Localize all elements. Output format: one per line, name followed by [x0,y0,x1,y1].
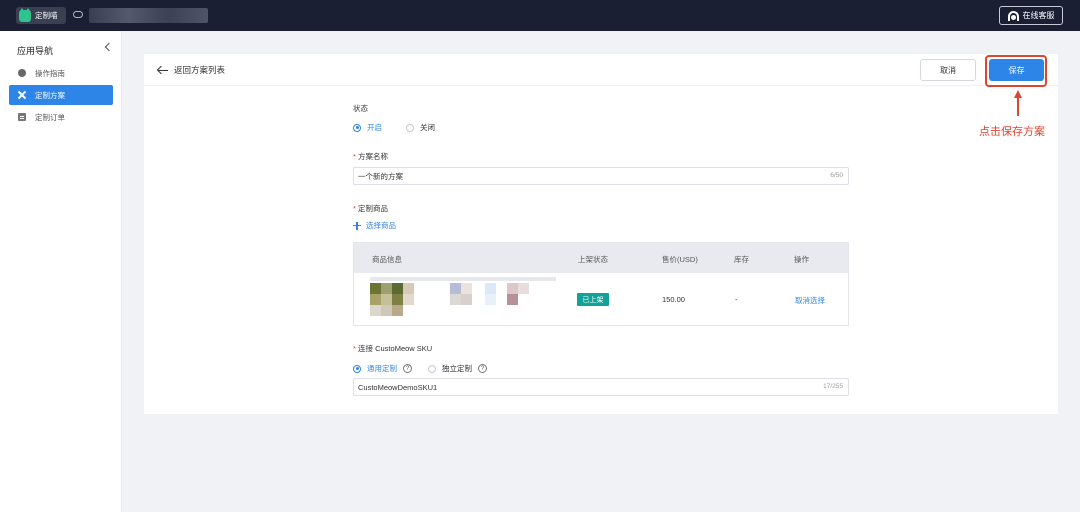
stock-cell: - [735,295,738,304]
plus-icon [353,221,361,230]
plan-name-input[interactable]: 一个新的方案 6/50 [353,167,849,185]
independent-custom-radio[interactable] [428,364,436,373]
document-icon [18,113,26,121]
save-highlight-box [985,55,1047,87]
link-icon [73,11,83,18]
online-support-label: 在线客服 [1022,11,1055,20]
independent-custom-label[interactable]: 独立定制 [442,363,472,374]
brand-logo[interactable]: 定制喵 [16,7,66,24]
generic-custom-label[interactable]: 通用定制 [367,363,397,374]
store-url-blurred [89,8,208,23]
cancel-button[interactable]: 取消 [920,59,976,81]
arrow-left-icon [158,66,168,74]
status-off-label[interactable]: 关闭 [420,122,435,133]
arrow-up-icon [1014,90,1022,116]
sidebar-title: 应用导航 [17,46,54,56]
help-icon[interactable]: ? [403,364,412,373]
collapse-sidebar-icon[interactable] [104,42,114,52]
column-listing-status: 上架状态 [578,255,608,264]
select-product-link[interactable]: 选择商品 [353,220,396,231]
table-header: 商品信息 上架状态 售价(USD) 库存 操作 [354,243,848,273]
column-stock: 库存 [734,255,749,264]
plan-editor-card: 返回方案列表 取消 保存 状态 开启 关闭 方案名称 一个新的方案 6/50 定… [144,54,1058,414]
brand-name: 定制喵 [35,11,58,20]
sidebar-item-label: 定制订单 [35,112,65,122]
sku-mode-radio-group: 通用定制 ? 独立定制 ? [353,363,503,374]
select-product-label: 选择商品 [366,221,396,230]
sku-value: CustoMeowDemoSKU1 [358,382,438,392]
cat-logo-icon [19,7,31,22]
back-to-plan-list-link[interactable]: 返回方案列表 [158,64,225,76]
column-product-info: 商品信息 [372,255,402,264]
sidebar-item-label: 定制方案 [35,90,65,100]
sidebar-item-custom-plan[interactable]: 定制方案 [9,85,113,105]
headset-icon [1007,10,1019,21]
product-thumbnail-blurred [370,277,556,317]
sku-counter: 17/255 [823,383,843,390]
tools-icon [18,91,26,99]
deselect-product-link[interactable]: 取消选择 [795,295,825,306]
status-on-radio[interactable] [353,123,361,132]
status-label: 状态 [353,104,368,113]
plan-name-value: 一个新的方案 [358,171,403,181]
status-off-radio[interactable] [406,123,414,132]
sku-input[interactable]: CustoMeowDemoSKU1 17/255 [353,378,849,396]
sidebar: 应用导航 操作指南 定制方案 定制订单 [0,31,122,512]
top-bar: 定制喵 在线客服 [0,0,1080,31]
compass-icon [18,69,26,77]
plan-name-counter: 6/50 [830,172,843,179]
custom-product-label: 定制商品 [353,203,388,214]
status-badge: 已上架 [577,293,609,306]
sidebar-item-custom-orders[interactable]: 定制订单 [9,107,113,127]
card-header: 返回方案列表 取消 保存 [144,54,1058,86]
annotation-text: 点击保存方案 [979,126,1045,138]
sidebar-item-guide[interactable]: 操作指南 [9,63,113,83]
status-radio-group: 开启 关闭 [353,122,435,133]
online-support-button[interactable]: 在线客服 [999,6,1063,25]
price-cell: 150.00 [662,295,685,304]
generic-custom-radio[interactable] [353,364,361,373]
status-on-label[interactable]: 开启 [367,122,382,133]
back-label: 返回方案列表 [174,65,226,75]
product-table: 商品信息 上架状态 售价(USD) 库存 操作 已上架 150.00 - 取消选… [353,242,849,326]
help-icon[interactable]: ? [478,364,487,373]
sku-label: 连接 CustoMeow SKU [353,343,432,354]
plan-name-label: 方案名称 [353,151,388,162]
sidebar-item-label: 操作指南 [35,68,65,78]
column-actions: 操作 [794,255,809,264]
column-price: 售价(USD) [662,255,698,264]
